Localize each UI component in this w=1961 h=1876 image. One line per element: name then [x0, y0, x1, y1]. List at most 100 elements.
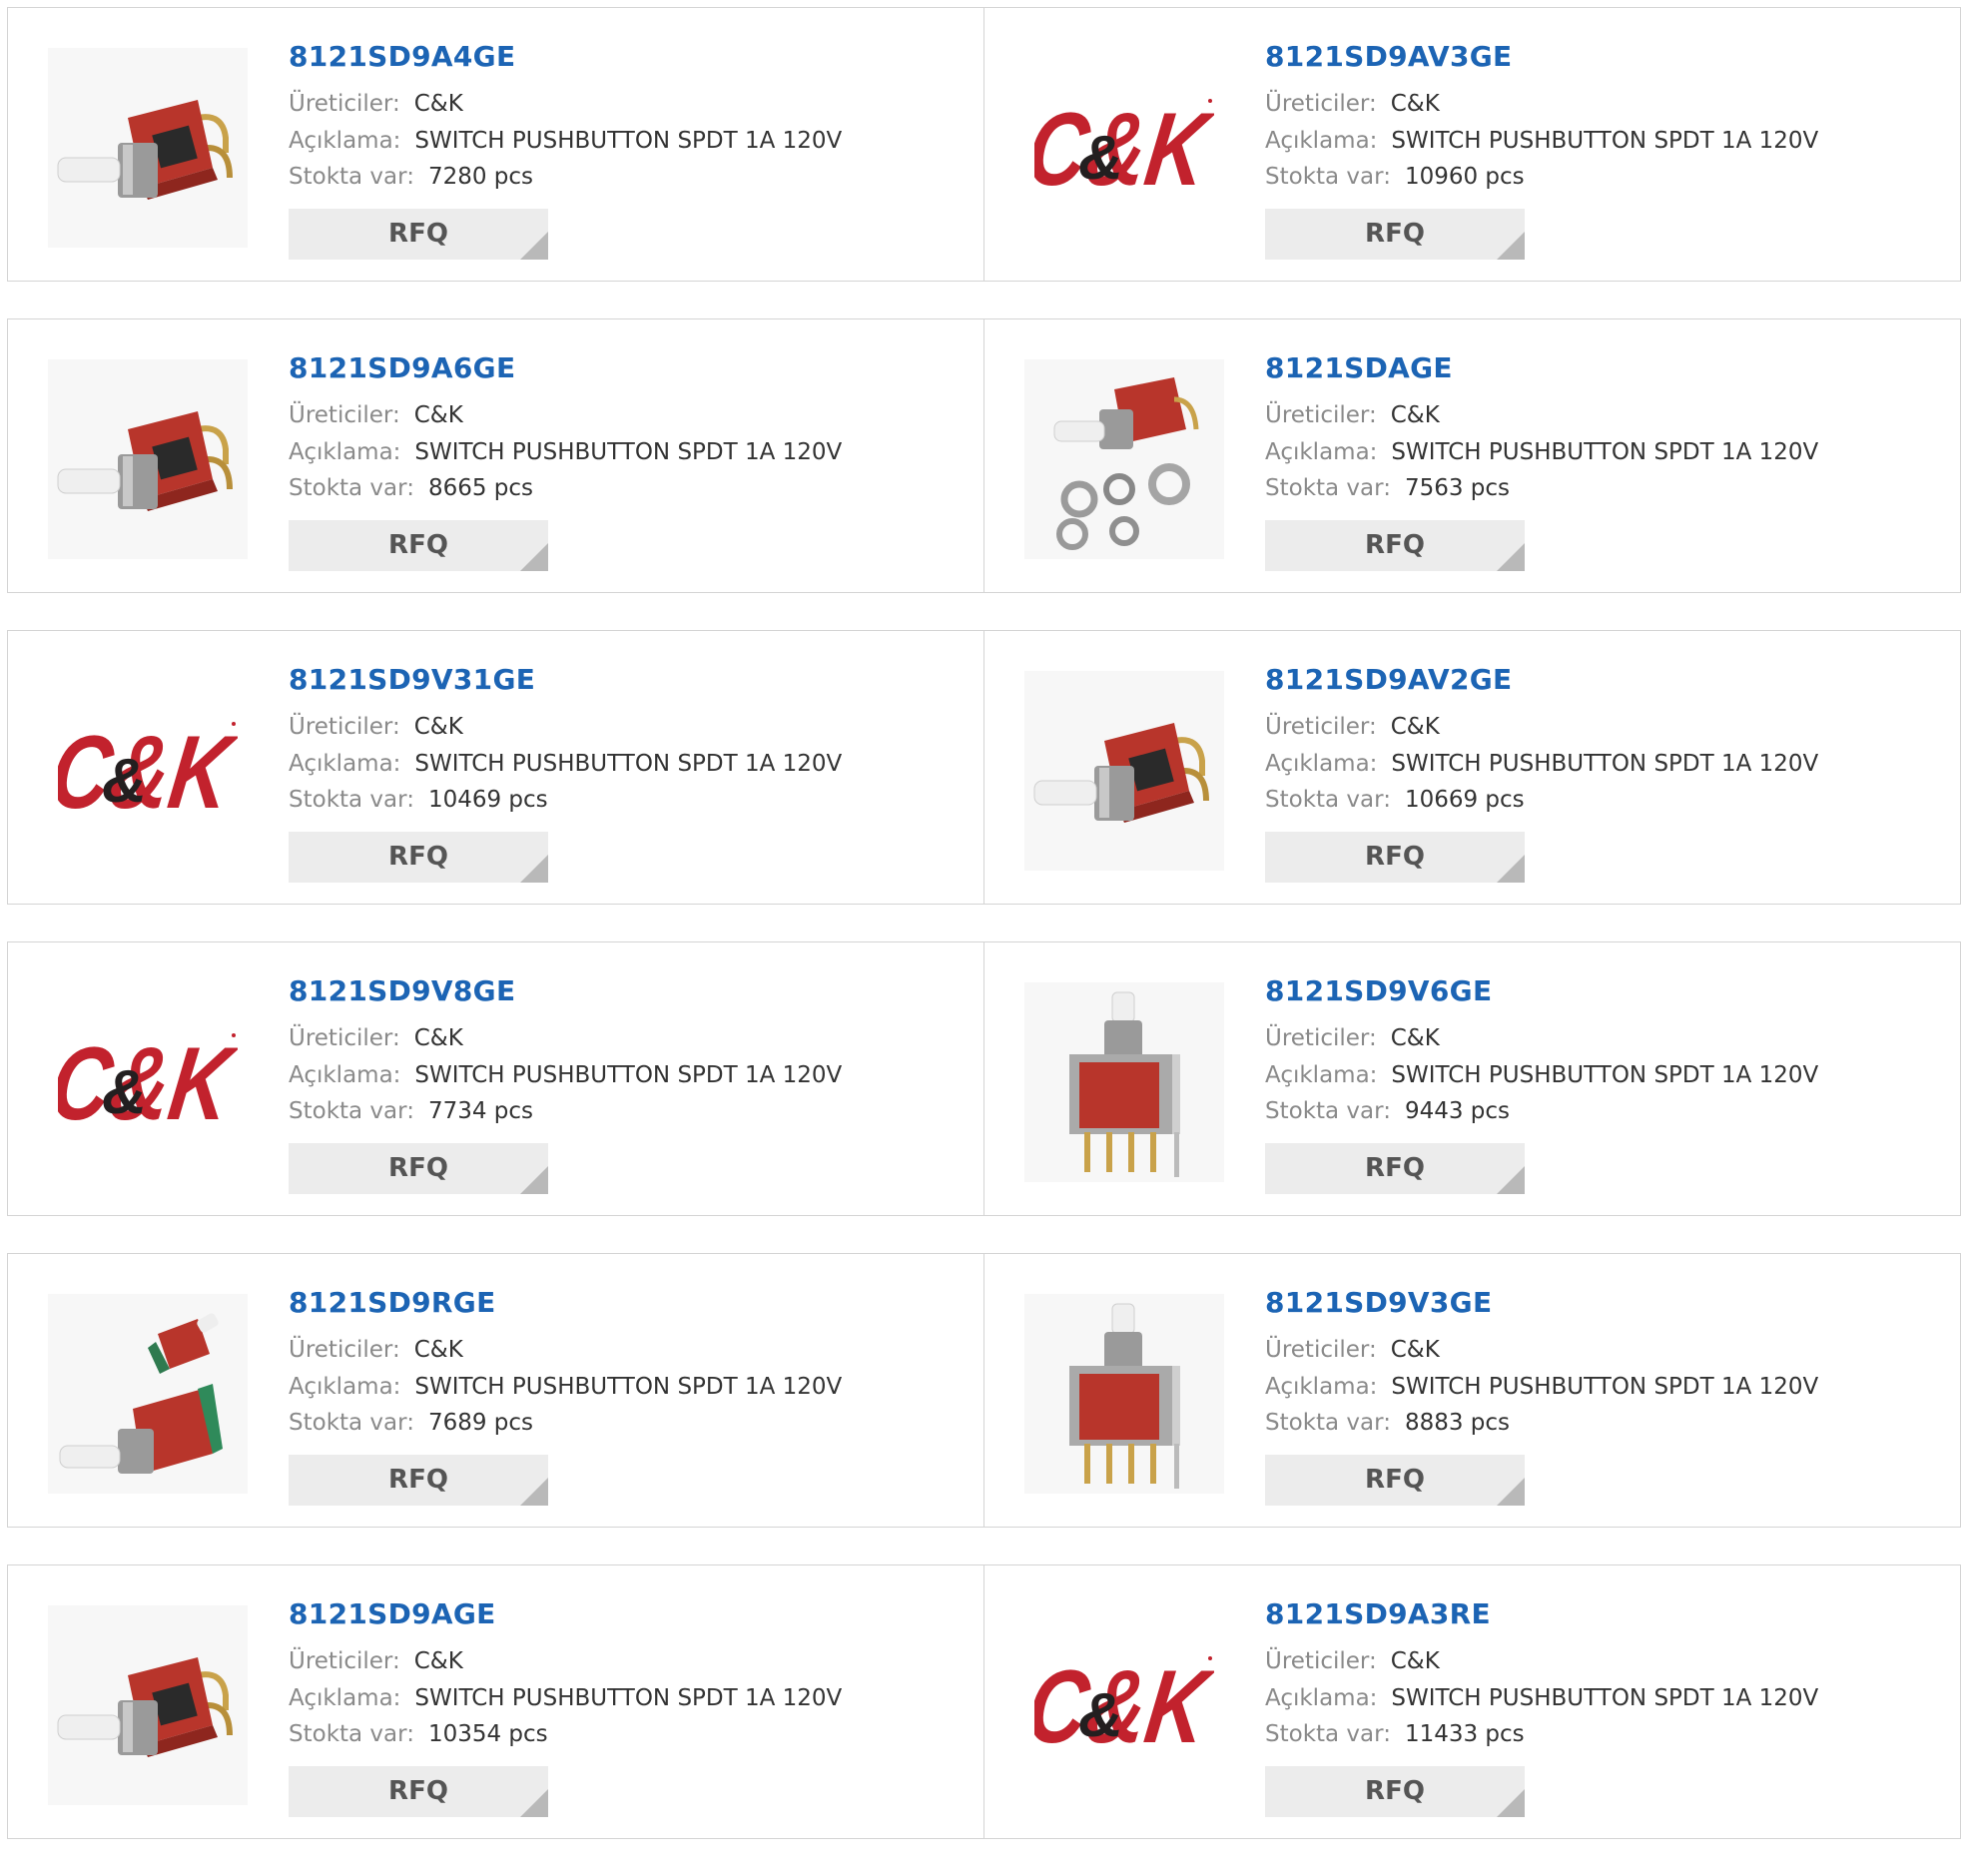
manufacturer-value: C&K — [1390, 714, 1440, 740]
two-switches-icon — [59, 1313, 223, 1474]
product-card: C&K & 8121SD9A3RE Üreticiler: C&K Açıklama… — [983, 1564, 1961, 1839]
product-image[interactable] — [1024, 982, 1224, 1182]
description-row: Açıklama: SWITCH PUSHBUTTON SPDT 1A 120V — [289, 1684, 842, 1712]
rfq-button[interactable]: RFQ — [289, 1455, 548, 1506]
product-image[interactable] — [48, 1605, 248, 1805]
stock-row: Stokta var: 10469 pcs — [289, 786, 548, 814]
description-value: SWITCH PUSHBUTTON SPDT 1A 120V — [414, 751, 843, 777]
description-row: Açıklama: SWITCH PUSHBUTTON SPDT 1A 120V — [1265, 438, 1818, 466]
description-value: SWITCH PUSHBUTTON SPDT 1A 120V — [1391, 1062, 1819, 1088]
product-image[interactable] — [48, 48, 248, 248]
rfq-button[interactable]: RFQ — [1265, 1455, 1525, 1506]
description-row: Açıklama: SWITCH PUSHBUTTON SPDT 1A 120V — [1265, 750, 1818, 778]
rfq-button[interactable]: RFQ — [1265, 1143, 1525, 1194]
description-label: Açıklama: — [1265, 1062, 1378, 1088]
rfq-button[interactable]: RFQ — [289, 832, 548, 883]
product-image[interactable] — [1024, 359, 1224, 559]
product-image[interactable]: C&K & — [1024, 1605, 1224, 1805]
description-row: Açıklama: SWITCH PUSHBUTTON SPDT 1A 120V — [289, 750, 842, 778]
manufacturer-label: Üreticiler: — [289, 91, 400, 117]
corner-triangle-icon — [1497, 1478, 1525, 1506]
product-image[interactable] — [48, 1294, 248, 1494]
description-row: Açıklama: SWITCH PUSHBUTTON SPDT 1A 120V — [289, 1061, 842, 1089]
rfq-button[interactable]: RFQ — [1265, 520, 1525, 571]
product-part-link[interactable]: 8121SD9V8GE — [289, 974, 515, 1007]
product-part-link[interactable]: 8121SD9A4GE — [289, 40, 515, 73]
product-image[interactable] — [1024, 671, 1224, 871]
description-value: SWITCH PUSHBUTTON SPDT 1A 120V — [414, 1062, 843, 1088]
product-part-link[interactable]: 8121SD9A6GE — [289, 351, 515, 384]
rfq-label: RFQ — [1365, 842, 1425, 872]
product-part-link[interactable]: 8121SD9V6GE — [1265, 974, 1492, 1007]
description-label: Açıklama: — [289, 1685, 401, 1711]
product-grid: 8121SD9A4GE Üreticiler: C&K Açıklama: SWIT… — [7, 7, 1961, 1876]
product-part-link[interactable]: 8121SD9V3GE — [1265, 1286, 1492, 1319]
stock-label: Stokta var: — [1265, 787, 1391, 813]
description-value: SWITCH PUSHBUTTON SPDT 1A 120V — [414, 1685, 843, 1711]
manufacturer-label: Üreticiler: — [1265, 402, 1377, 428]
svg-text:&: & — [102, 1058, 147, 1127]
switch-with-nuts-icon — [1053, 377, 1199, 550]
product-image[interactable] — [48, 359, 248, 559]
product-part-link[interactable]: 8121SD9AV2GE — [1265, 663, 1512, 696]
stock-value: 11433 pcs — [1404, 1721, 1525, 1747]
product-part-link[interactable]: 8121SD9AV3GE — [1265, 40, 1512, 73]
manufacturer-value: C&K — [1390, 402, 1440, 428]
description-label: Açıklama: — [1265, 128, 1378, 154]
stock-value: 10354 pcs — [427, 1721, 548, 1747]
svg-text:&: & — [1078, 1681, 1123, 1750]
product-part-link[interactable]: 8121SD9AGE — [289, 1597, 496, 1630]
rfq-button[interactable]: RFQ — [1265, 832, 1525, 883]
manufacturer-row: Üreticiler: C&K — [1265, 90, 1440, 118]
manufacturer-label: Üreticiler: — [1265, 1337, 1377, 1363]
product-part-link[interactable]: 8121SDAGE — [1265, 351, 1453, 384]
rfq-button[interactable]: RFQ — [1265, 1766, 1525, 1817]
manufacturer-label: Üreticiler: — [1265, 714, 1377, 740]
product-image[interactable] — [1024, 1294, 1224, 1494]
rfq-button[interactable]: RFQ — [289, 520, 548, 571]
product-part-link[interactable]: 8121SD9A3RE — [1265, 1597, 1491, 1630]
manufacturer-label: Üreticiler: — [1265, 1648, 1377, 1674]
stock-label: Stokta var: — [1265, 475, 1391, 501]
description-value: SWITCH PUSHBUTTON SPDT 1A 120V — [1391, 1685, 1819, 1711]
stock-value: 10960 pcs — [1404, 164, 1525, 190]
rfq-button[interactable]: RFQ — [289, 209, 548, 260]
description-row: Açıklama: SWITCH PUSHBUTTON SPDT 1A 120V — [1265, 127, 1818, 155]
product-card: 8121SDAGE Üreticiler: C&K Açıklama: SWITCH… — [983, 318, 1961, 593]
rfq-label: RFQ — [388, 1776, 448, 1806]
description-label: Açıklama: — [289, 1062, 401, 1088]
vertical-switch-icon — [1069, 1303, 1180, 1489]
description-label: Açıklama: — [1265, 1685, 1378, 1711]
manufacturer-row: Üreticiler: C&K — [289, 713, 463, 741]
stock-row: Stokta var: 10354 pcs — [289, 1720, 548, 1748]
product-image[interactable]: C&K & — [48, 671, 248, 871]
stock-label: Stokta var: — [289, 1721, 414, 1747]
product-image[interactable]: C&K & — [48, 982, 248, 1182]
pushbutton-switch-icon — [1033, 723, 1209, 823]
description-row: Açıklama: SWITCH PUSHBUTTON SPDT 1A 120V — [1265, 1373, 1818, 1401]
manufacturer-label: Üreticiler: — [289, 402, 400, 428]
stock-row: Stokta var: 7280 pcs — [289, 163, 533, 191]
pushbutton-switch-icon — [57, 411, 233, 511]
stock-label: Stokta var: — [289, 164, 414, 190]
manufacturer-row: Üreticiler: C&K — [289, 401, 463, 429]
rfq-label: RFQ — [1365, 530, 1425, 560]
stock-label: Stokta var: — [1265, 1721, 1391, 1747]
description-label: Açıklama: — [289, 128, 401, 154]
description-value: SWITCH PUSHBUTTON SPDT 1A 120V — [1391, 128, 1819, 154]
ck-logo-icon: C&K& — [1034, 1650, 1214, 1760]
product-image[interactable]: C&K & — [1024, 48, 1224, 248]
description-value: SWITCH PUSHBUTTON SPDT 1A 120V — [414, 439, 843, 465]
rfq-button[interactable]: RFQ — [289, 1143, 548, 1194]
product-card: 8121SD9RGE Üreticiler: C&K Açıklama: SWITC… — [7, 1253, 984, 1528]
product-part-link[interactable]: 8121SD9V31GE — [289, 663, 535, 696]
product-part-link[interactable]: 8121SD9RGE — [289, 1286, 496, 1319]
manufacturer-row: Üreticiler: C&K — [289, 1024, 463, 1052]
rfq-button[interactable]: RFQ — [1265, 209, 1525, 260]
corner-triangle-icon — [1497, 1166, 1525, 1194]
manufacturer-row: Üreticiler: C&K — [289, 1647, 463, 1675]
ck-logo-icon: C&K& — [58, 1027, 238, 1137]
product-row: C&K & 8121SD9V31GE Üreticiler: C&K Açıklam… — [7, 630, 1961, 905]
rfq-button[interactable]: RFQ — [289, 1766, 548, 1817]
description-label: Açıklama: — [1265, 1374, 1378, 1400]
